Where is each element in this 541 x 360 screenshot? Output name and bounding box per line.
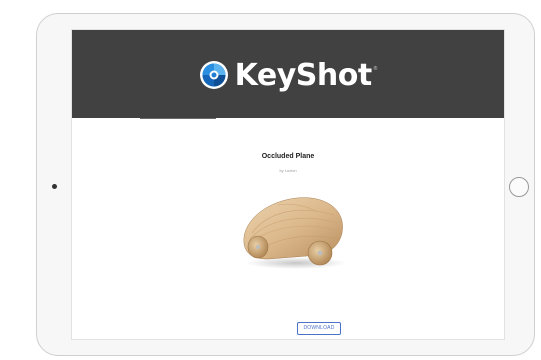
model-subtitle: by Luxion xyxy=(279,168,297,173)
wooden-car-render[interactable] xyxy=(238,181,346,273)
screen: KeyShot ® Occluded Plane by Luxion DOWNL… xyxy=(71,29,505,340)
model-viewer: Occluded Plane by Luxion DOWNLOAD xyxy=(72,118,504,339)
download-button[interactable]: DOWNLOAD xyxy=(297,322,341,335)
trademark-mark: ® xyxy=(373,65,378,72)
keyshot-aperture-icon xyxy=(199,61,228,89)
keyshot-logo[interactable]: KeyShot ® xyxy=(199,57,378,93)
model-title: Occluded Plane xyxy=(261,153,315,160)
site-header: KeyShot ® xyxy=(72,30,504,119)
tablet-frame: KeyShot ® Occluded Plane by Luxion DOWNL… xyxy=(36,13,535,356)
home-button[interactable] xyxy=(509,177,529,197)
front-camera-icon xyxy=(52,184,57,189)
logo-text: KeyShot xyxy=(234,57,373,93)
